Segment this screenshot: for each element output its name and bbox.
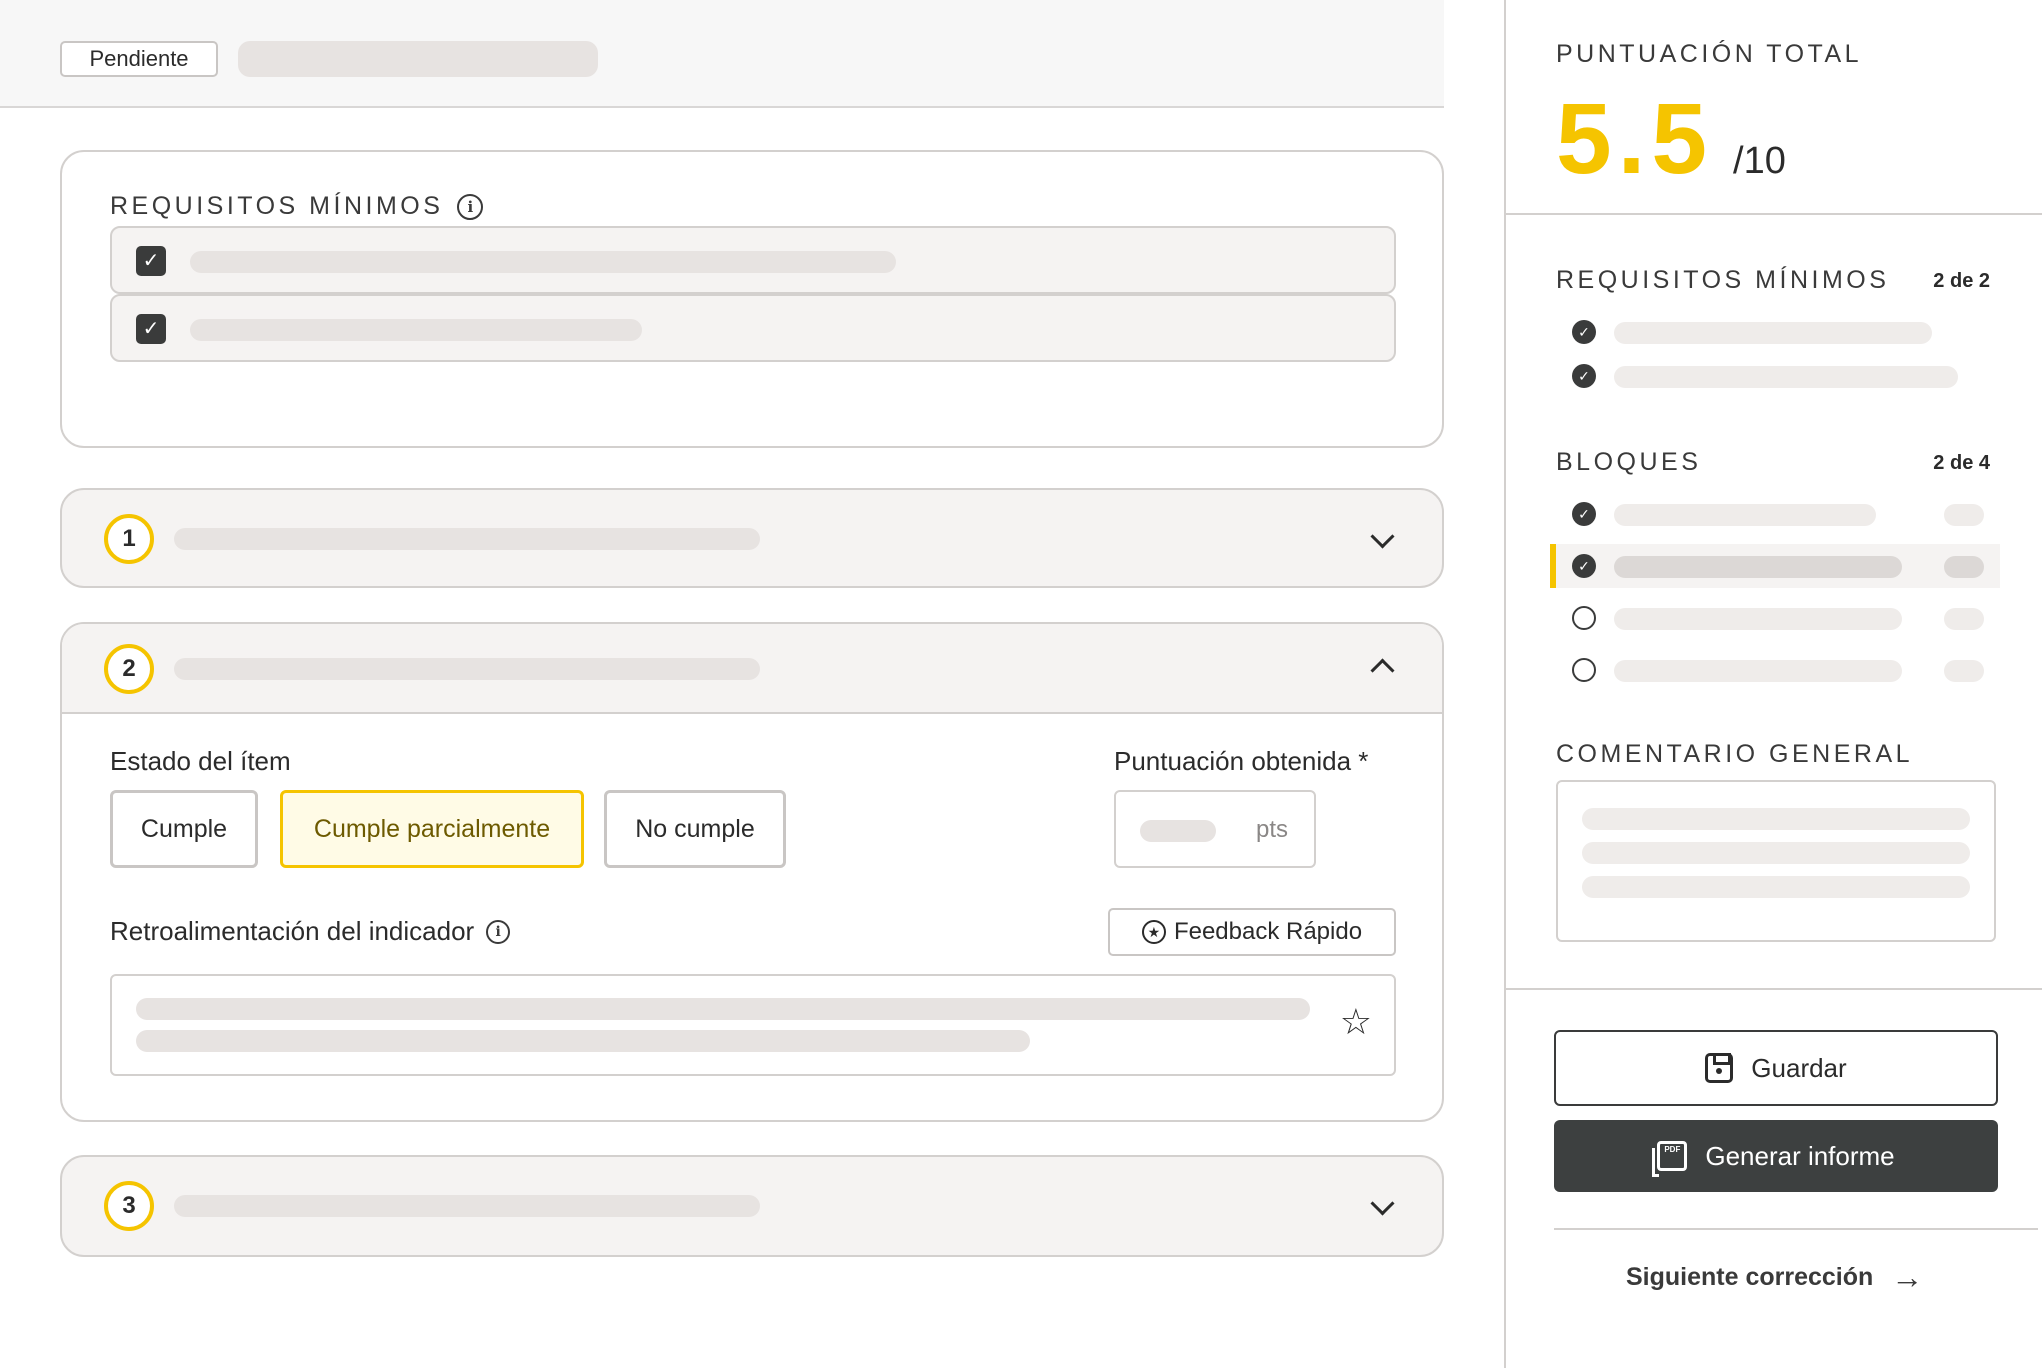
- pdf-icon: PDF: [1652, 1141, 1688, 1177]
- summary-block-row-active[interactable]: ✓: [1550, 544, 2000, 588]
- status-option-no-cumple[interactable]: No cumple: [604, 790, 786, 868]
- block-number-badge: 3: [104, 1181, 154, 1231]
- info-icon[interactable]: i: [486, 919, 511, 944]
- block-title-placeholder: [174, 528, 760, 550]
- star-circle-icon: ★: [1141, 920, 1166, 944]
- check-circle-icon: ✓: [1572, 502, 1596, 526]
- block-number-badge: 2: [104, 644, 154, 694]
- summary-block-row[interactable]: [1556, 648, 2000, 692]
- summary-block-row[interactable]: [1556, 596, 2000, 640]
- arrow-right-icon: →: [1891, 1259, 1924, 1295]
- score-value-placeholder: [1140, 820, 1216, 842]
- summary-blocks-title: BLOQUES: [1556, 448, 1702, 476]
- summary-block-row[interactable]: ✓: [1556, 492, 2000, 536]
- status-option-cumple[interactable]: Cumple: [110, 790, 258, 868]
- save-button-label: Guardar: [1751, 1052, 1847, 1083]
- check-circle-icon: ✓: [1572, 554, 1596, 578]
- score-obtained-label: Puntuación obtenida *: [1114, 746, 1369, 776]
- chevron-up-icon[interactable]: [1364, 650, 1400, 686]
- empty-circle-icon: [1572, 658, 1596, 682]
- info-icon[interactable]: i: [457, 193, 484, 220]
- block-3-header[interactable]: 3: [62, 1157, 1442, 1253]
- chevron-down-icon[interactable]: [1364, 518, 1400, 554]
- total-score-title: PUNTUACIÓN TOTAL: [1556, 40, 1863, 68]
- evaluation-main-pane: Pendiente REQUISITOS MÍNIMOS i ✓ ✓ 1 2 E…: [0, 0, 1506, 1368]
- status-badge: Pendiente: [60, 41, 218, 77]
- requirement-text-placeholder: [190, 319, 642, 341]
- row-text-placeholder: [1614, 504, 1876, 526]
- requirements-card: REQUISITOS MÍNIMOS i ✓ ✓: [60, 150, 1444, 448]
- requirement-item[interactable]: ✓: [110, 294, 1396, 362]
- row-score-placeholder: [1944, 556, 1984, 578]
- block-number-badge: 1: [104, 514, 154, 564]
- total-score-value: 5.5: [1556, 83, 1714, 195]
- check-circle-icon: ✓: [1572, 364, 1596, 388]
- total-score-max: /10: [1733, 140, 1786, 182]
- next-correction-label: Siguiente corrección: [1626, 1262, 1874, 1291]
- row-score-placeholder: [1944, 660, 1984, 682]
- checkbox-checked-icon[interactable]: ✓: [136, 314, 166, 344]
- generate-report-button[interactable]: PDF Generar informe: [1554, 1120, 1998, 1192]
- feedback-text-placeholder: [136, 998, 1310, 1020]
- divider: [1506, 213, 2042, 215]
- checkbox-checked-icon[interactable]: ✓: [136, 246, 166, 276]
- block-1-card: 1: [60, 488, 1444, 588]
- block-title-placeholder: [174, 658, 760, 680]
- summary-sidebar: PUNTUACIÓN TOTAL 5.5 /10 REQUISITOS MÍNI…: [1504, 0, 2042, 1368]
- save-icon: [1705, 1053, 1734, 1083]
- chevron-down-icon[interactable]: [1364, 1185, 1400, 1221]
- item-status-label: Estado del ítem: [110, 746, 291, 776]
- row-text-placeholder: [1614, 608, 1902, 630]
- feedback-textarea[interactable]: ☆: [110, 974, 1396, 1076]
- row-text-placeholder: [1614, 366, 1958, 388]
- quick-feedback-button[interactable]: ★ Feedback Rápido: [1108, 908, 1396, 956]
- feedback-text-placeholder: [136, 1030, 1030, 1052]
- score-input[interactable]: pts: [1114, 790, 1316, 868]
- block-2-card: 2 Estado del ítem Cumple Cumple parcialm…: [60, 622, 1444, 1122]
- empty-circle-icon: [1572, 606, 1596, 630]
- block-title-placeholder: [174, 1195, 760, 1217]
- block-1-header[interactable]: 1: [62, 490, 1442, 586]
- top-bar: Pendiente: [0, 0, 1444, 108]
- requirement-text-placeholder: [190, 251, 896, 273]
- comment-text-placeholder: [1582, 842, 1970, 864]
- divider: [1554, 1228, 2038, 1230]
- indicator-feedback-label: Retroalimentación del indicador i: [110, 916, 511, 947]
- summary-requirement-row: ✓: [1556, 310, 2000, 354]
- general-comment-title: COMENTARIO GENERAL: [1556, 740, 1914, 768]
- divider: [1506, 988, 2042, 990]
- status-option-cumple-parcialmente[interactable]: Cumple parcialmente: [280, 790, 584, 868]
- summary-blocks-count: 2 de 4: [1933, 452, 1990, 474]
- title-placeholder: [238, 41, 598, 77]
- check-circle-icon: ✓: [1572, 320, 1596, 344]
- comment-text-placeholder: [1582, 876, 1970, 898]
- row-text-placeholder: [1614, 660, 1902, 682]
- row-score-placeholder: [1944, 608, 1984, 630]
- block-3-card: 3: [60, 1155, 1444, 1257]
- summary-requirements-title: REQUISITOS MÍNIMOS: [1556, 266, 1890, 294]
- requirements-title: REQUISITOS MÍNIMOS: [110, 192, 444, 220]
- block-2-header[interactable]: 2: [62, 624, 1442, 714]
- pts-unit-label: pts: [1255, 816, 1288, 843]
- next-correction-link[interactable]: Siguiente corrección →: [1626, 1259, 1924, 1295]
- summary-requirement-row: ✓: [1556, 354, 2000, 398]
- row-text-placeholder: [1614, 556, 1902, 578]
- comment-text-placeholder: [1582, 808, 1970, 830]
- general-comment-textarea[interactable]: [1556, 780, 1996, 942]
- generate-report-label: Generar informe: [1705, 1140, 1895, 1171]
- requirement-item[interactable]: ✓: [110, 226, 1396, 294]
- summary-requirements-count: 2 de 2: [1933, 270, 1990, 292]
- indicator-feedback-label-text: Retroalimentación del indicador: [110, 916, 475, 946]
- star-icon[interactable]: ☆: [1340, 1002, 1372, 1042]
- save-button[interactable]: Guardar: [1554, 1030, 1998, 1106]
- requirements-header: REQUISITOS MÍNIMOS i: [110, 192, 484, 221]
- total-score: 5.5 /10: [1556, 84, 1786, 194]
- row-text-placeholder: [1614, 322, 1932, 344]
- row-score-placeholder: [1944, 504, 1984, 526]
- quick-feedback-label: Feedback Rápido: [1173, 918, 1363, 945]
